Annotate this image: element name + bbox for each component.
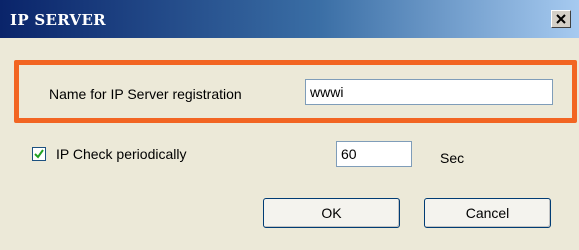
- interval-unit-label: Sec: [440, 150, 465, 166]
- title-bar: IP SERVER: [0, 0, 579, 38]
- ip-check-label: IP Check periodically: [56, 146, 187, 162]
- close-icon: [556, 14, 566, 24]
- ok-button[interactable]: OK: [263, 198, 400, 228]
- dialog-body: Name for IP Server registration IP Check…: [0, 38, 579, 250]
- interval-input[interactable]: [336, 141, 412, 167]
- server-name-input[interactable]: [305, 79, 553, 105]
- close-button[interactable]: [551, 10, 571, 28]
- server-name-label: Name for IP Server registration: [49, 86, 242, 102]
- dialog-title: IP SERVER: [10, 11, 106, 29]
- cancel-button[interactable]: Cancel: [424, 198, 551, 228]
- ip-check-checkbox[interactable]: [32, 147, 46, 161]
- ip-check-row[interactable]: IP Check periodically: [32, 146, 186, 162]
- checkmark-icon: [34, 149, 44, 159]
